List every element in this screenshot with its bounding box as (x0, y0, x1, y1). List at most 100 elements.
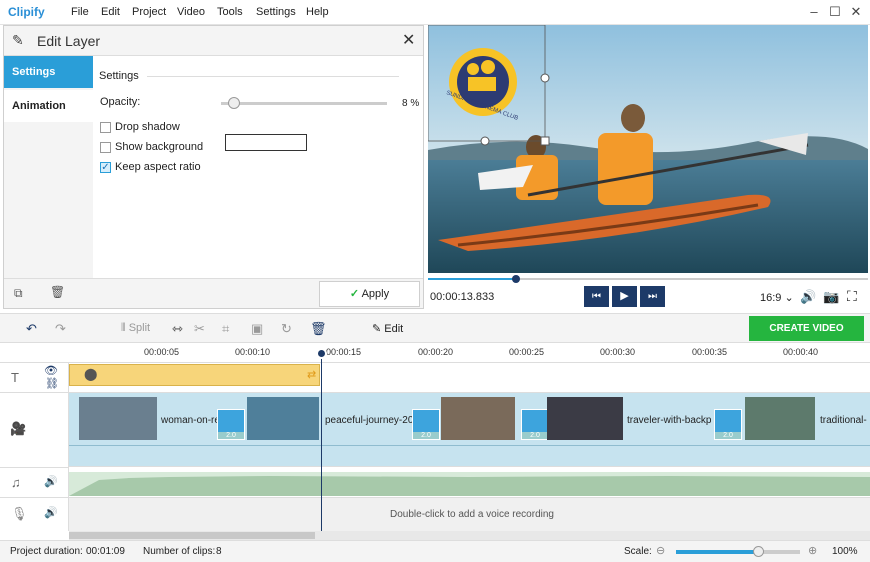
ruler-tick: 00:00:35 (692, 347, 728, 357)
transition-icon[interactable]: 2.0 (521, 409, 549, 440)
frame-icon[interactable]: ▣ (251, 321, 263, 337)
title-track-header: T 👁 ⛓ (0, 363, 69, 393)
ruler-tick: 00:00:30 (600, 347, 636, 357)
close-icon[interactable]: ✕ (402, 30, 415, 50)
trash-icon[interactable]: 🗑 (50, 285, 65, 299)
keep-aspect-checkbox[interactable]: ✓ (100, 162, 111, 173)
section-divider (147, 76, 399, 77)
menu-tools[interactable]: Tools (217, 6, 243, 18)
menu-bar: Clipify File Edit Project Video Tools Se… (0, 0, 870, 25)
transition-icon[interactable]: 2.0 (217, 409, 245, 440)
duplicate-icon[interactable]: ⧉ (14, 286, 23, 301)
video-preview[interactable]: SUNDANCE CINEMA CLUB (428, 25, 868, 273)
clip-thumbnail[interactable] (745, 397, 815, 440)
show-background-checkbox[interactable] (100, 142, 111, 153)
menu-project[interactable]: Project (132, 6, 166, 18)
scrollbar-thumb[interactable] (69, 532, 315, 539)
next-icon[interactable]: ⏭ (640, 286, 665, 307)
play-icon[interactable]: ▶ (612, 286, 637, 307)
scale-slider-thumb[interactable] (753, 546, 764, 557)
playhead-line (321, 354, 322, 531)
transition-icon[interactable]: 2.0 (412, 409, 440, 440)
fullscreen-icon[interactable]: ⛶ (847, 288, 857, 305)
maximize-icon[interactable]: ☐ (825, 2, 845, 22)
close-window-icon[interactable]: ✕ (846, 2, 866, 22)
playhead-handle[interactable] (316, 348, 327, 359)
edit-layer-header: ✎ Edit Layer ✕ (4, 26, 423, 56)
music-volume-icon[interactable]: 🔊 (44, 475, 58, 488)
apply-label: Apply (361, 288, 390, 300)
cut-icon[interactable]: ✂ (194, 321, 205, 337)
title-clip-thumb-icon: ⬤ (84, 367, 98, 381)
edit-layer-panel: ✎ Edit Layer ✕ Settings Animation Settin… (3, 25, 424, 309)
voice-track[interactable]: Double-click to add a voice recording (69, 498, 870, 531)
minimize-icon[interactable]: – (804, 2, 824, 22)
drop-shadow-label: Drop shadow (115, 121, 180, 133)
menu-help[interactable]: Help (306, 6, 329, 18)
transition-icon[interactable]: 2.0 (714, 409, 742, 440)
clip-audio-divider (69, 445, 870, 446)
transition-duration: 2.0 (218, 432, 244, 439)
snapshot-icon[interactable]: 📷 (823, 289, 839, 305)
timeline-ruler[interactable]: 00:00:05 00:00:10 00:00:15 00:00:20 00:0… (0, 343, 870, 363)
zoom-out-icon[interactable]: ⊖ (656, 544, 665, 557)
eye-icon[interactable]: 👁 (44, 364, 58, 377)
zoom-in-icon[interactable]: ⊕ (808, 544, 817, 557)
tab-settings[interactable]: Settings (4, 56, 93, 88)
music-track (69, 468, 870, 498)
rotate-icon[interactable]: ↻ (281, 321, 292, 337)
ruler-tick: 00:00:25 (509, 347, 545, 357)
edit-layer-footer: ⧉ 🗑 ✓ Apply (4, 278, 423, 308)
opacity-slider-track[interactable] (221, 102, 387, 105)
apply-button[interactable]: ✓ Apply (319, 281, 420, 307)
voice-volume-icon[interactable]: 🔊 (44, 506, 58, 519)
opacity-slider-thumb[interactable] (228, 97, 240, 109)
redo-icon[interactable]: ↷ (55, 321, 66, 337)
transition-duration: 2.0 (413, 432, 439, 439)
crop-icon[interactable]: ⌗ (222, 321, 229, 337)
previous-icon[interactable]: ⏮ (584, 286, 609, 307)
scale-slider-fill (676, 550, 758, 554)
opacity-label: Opacity: (100, 96, 141, 108)
title-clip[interactable]: ⬤ (69, 364, 320, 386)
ruler-tick: 00:00:20 (418, 347, 454, 357)
aspect-ratio-select[interactable]: 16:9 ⌄ (760, 291, 794, 304)
menu-file[interactable]: File (71, 6, 89, 18)
drop-shadow-checkbox[interactable] (100, 122, 111, 133)
video-track: woman-on-re 2.0 peaceful-journey-20 2.0 … (69, 393, 870, 467)
volume-icon[interactable]: 🔊 (800, 289, 816, 305)
timeline-scrollbar[interactable] (69, 531, 870, 540)
link-icon[interactable]: ⛓ (45, 377, 59, 390)
clip-thumbnail[interactable] (547, 397, 623, 440)
menu-edit[interactable]: Edit (101, 6, 120, 18)
opacity-value: 8 % (402, 98, 420, 109)
voice-hint: Double-click to add a voice recording (390, 509, 554, 520)
split-button[interactable]: ⫴ Split (121, 322, 150, 335)
show-background-label: Show background (115, 141, 204, 153)
ruler-tick: 00:00:10 (235, 347, 271, 357)
menu-video[interactable]: Video (177, 6, 205, 18)
undo-icon[interactable]: ↶ (26, 321, 37, 337)
background-color-swatch[interactable] (225, 134, 307, 151)
create-video-button[interactable]: CREATE VIDEO (749, 316, 864, 341)
clip-thumbnail[interactable] (441, 397, 515, 440)
scale-label: Scale: (624, 546, 652, 557)
video-camera-icon: 🎥 (10, 421, 27, 436)
tab-animation[interactable]: Animation (4, 90, 93, 122)
menu-settings[interactable]: Settings (256, 6, 296, 18)
edit-button[interactable]: ✎ Edit (372, 322, 403, 335)
aspect-ratio-value: 16:9 (760, 292, 782, 304)
preview-progress-thumb[interactable] (512, 275, 520, 283)
delete-icon[interactable]: 🗑 (310, 321, 327, 337)
check-icon: ✓ (349, 288, 360, 300)
project-duration-label: Project duration: (10, 546, 83, 557)
edit-pencil-icon: ✎ (12, 32, 24, 48)
clip-name: traditional- (820, 415, 867, 426)
music-waveform[interactable] (69, 468, 870, 498)
timeline-toolbar: ↶ ↷ ⫴ Split ⇿ ✂ ⌗ ▣ ↻ 🗑 ✎ Edit CREATE VI… (0, 313, 870, 343)
clip-thumbnail[interactable] (247, 397, 319, 440)
title-clip-resize-icon[interactable]: ⇄ (307, 368, 316, 381)
edit-layer-settings-body: Settings Opacity: 8 % Drop shadow Show b… (93, 56, 423, 278)
ruler-tick: 00:00:40 (783, 347, 819, 357)
clip-thumbnail[interactable] (79, 397, 157, 440)
